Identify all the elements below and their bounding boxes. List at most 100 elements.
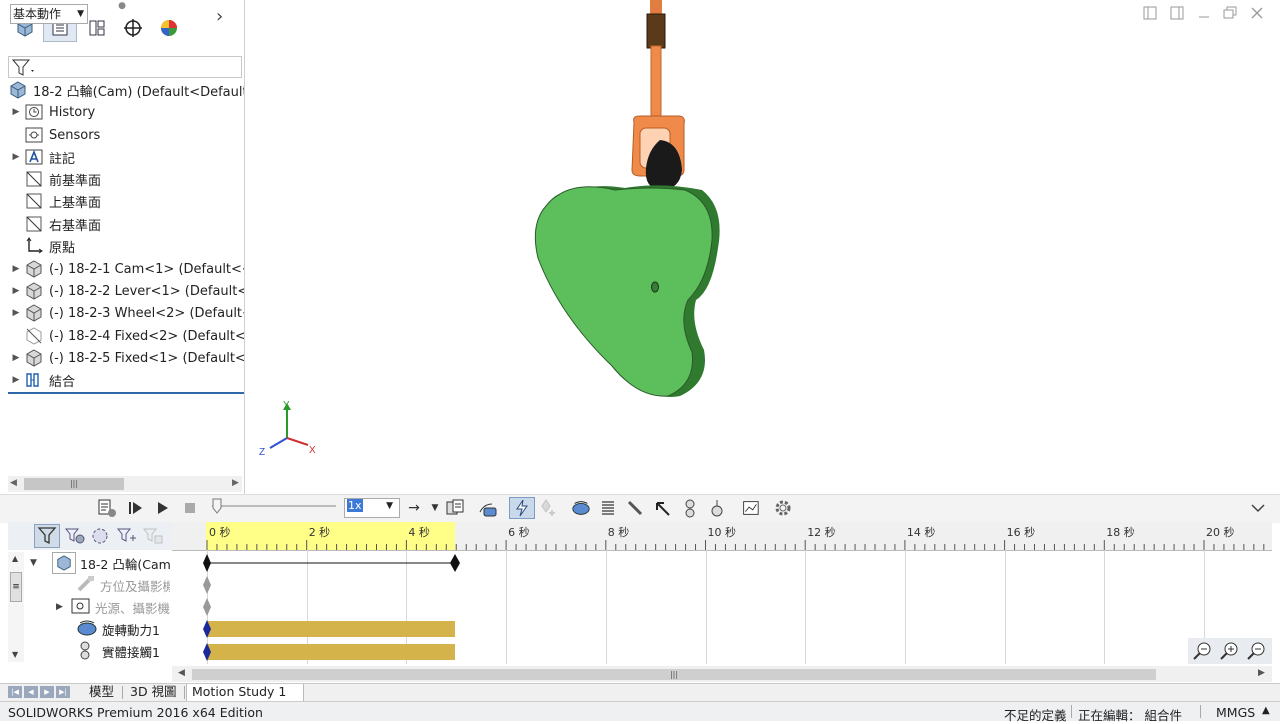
save-animation-icon[interactable] <box>445 498 465 518</box>
tab-last-icon[interactable]: ▶| <box>56 686 70 698</box>
filter-disabled-icon[interactable] <box>142 526 164 550</box>
tree-item-part-fixed-2[interactable]: (-) 18-2-4 Fixed<2> (Default<< <box>8 325 244 347</box>
tile-left-icon[interactable] <box>1143 6 1157 24</box>
tree-horizontal-scrollbar[interactable]: ◀ ||| ▶ <box>8 476 242 492</box>
filter-results-icon[interactable] <box>116 526 138 550</box>
mm-row-lights[interactable]: ▶ 光源、攝影機 <box>56 596 170 618</box>
tree-item-annotations[interactable]: ▶ 註記 <box>8 146 244 168</box>
expand-arrow-icon[interactable]: ▶ <box>56 602 71 612</box>
tree-item-part-wheel[interactable]: ▶ (-) 18-2-3 Wheel<2> (Default<- <box>8 302 244 324</box>
tab-model[interactable]: 模型 <box>84 684 119 701</box>
tree-item-sensors[interactable]: Sensors <box>8 124 244 146</box>
tree-item-top-plane[interactable]: 上基準面 <box>8 190 244 212</box>
zoom-to-fit-icon[interactable] <box>1192 640 1214 666</box>
expand-arrow-icon[interactable]: ▶ <box>8 375 24 385</box>
contact-icon[interactable] <box>680 498 700 518</box>
animation-wizard-icon[interactable] <box>478 498 498 518</box>
gravity-icon[interactable] <box>707 498 727 518</box>
filter-selected-icon[interactable] <box>90 526 112 550</box>
tab-prev-icon[interactable]: ◀ <box>24 686 38 698</box>
damper-icon[interactable] <box>625 498 645 518</box>
tile-right-icon[interactable] <box>1170 6 1184 24</box>
tab-3d-view[interactable]: 3D 視圖 <box>125 684 182 701</box>
tab-appearances[interactable] <box>152 14 186 42</box>
stop-icon[interactable] <box>180 498 200 518</box>
mm-row-solid-contact[interactable]: 實體接觸1 <box>76 640 160 662</box>
mm-row-assembly[interactable]: ▼ 18-2 凸輪(Cam) <box>30 552 176 574</box>
play-from-start-icon[interactable] <box>126 498 146 518</box>
chevron-right-icon[interactable]: › <box>216 6 223 27</box>
filter-animated-icon[interactable] <box>34 524 60 548</box>
tab-next-icon[interactable]: ▶ <box>40 686 54 698</box>
filter-driving-icon[interactable] <box>64 526 86 550</box>
playback-mode-icon[interactable]: → <box>404 498 424 518</box>
tree-item-origin[interactable]: 原點 <box>8 235 244 257</box>
keyframe-contact[interactable] <box>203 643 211 661</box>
keyframe-orientation[interactable] <box>203 576 211 594</box>
expand-arrow-icon[interactable]: ▶ <box>8 107 24 117</box>
scrollbar-thumb[interactable]: ||| <box>192 669 1156 680</box>
scroll-left-icon[interactable]: ◀ <box>178 668 185 678</box>
tree-item-mates[interactable]: ▶ 結合 <box>8 369 244 391</box>
scroll-left-icon[interactable]: ◀ <box>10 478 17 488</box>
spring-icon[interactable] <box>598 498 618 518</box>
keyframe-motor[interactable] <box>203 620 211 638</box>
graphics-area[interactable] <box>246 0 1280 494</box>
chevron-down-icon[interactable]: ▼ <box>425 498 445 518</box>
keyframe-lights[interactable] <box>203 598 211 616</box>
tree-item-part-fixed-1[interactable]: ▶ (-) 18-2-5 Fixed<1> (Default<< <box>8 347 244 369</box>
add-key-icon[interactable] <box>538 498 558 518</box>
tree-item-front-plane[interactable]: 前基準面 <box>8 168 244 190</box>
mm-row-orientation[interactable]: 方位及攝影機 <box>76 574 170 596</box>
study-type-select[interactable]: 基本動作 ▼ <box>10 4 88 24</box>
scroll-right-icon[interactable]: ▶ <box>1258 668 1265 678</box>
zoom-in-icon[interactable] <box>1219 640 1241 666</box>
status-units[interactable]: MMGS <box>1216 705 1255 720</box>
scroll-right-icon[interactable]: ▶ <box>232 478 239 488</box>
timeline-gridline <box>1004 550 1006 664</box>
scroll-down-icon[interactable]: ▼ <box>12 650 18 659</box>
gear-icon[interactable] <box>773 498 793 518</box>
playback-speed-select[interactable]: 1x ▼ <box>344 498 400 518</box>
scrollbar-thumb[interactable]: ≡ <box>10 572 22 602</box>
collapse-motion-manager-icon[interactable] <box>1248 498 1268 518</box>
timeline-bar-motor[interactable] <box>207 621 455 637</box>
results-plots-icon[interactable] <box>740 498 760 518</box>
force-icon[interactable] <box>652 498 672 518</box>
tree-root-assembly[interactable]: 18-2 凸輪(Cam) (Default<Default_D <box>8 79 244 101</box>
tab-first-icon[interactable]: |◀ <box>8 686 22 698</box>
expand-arrow-icon[interactable]: ▶ <box>8 308 24 318</box>
keyframe-start[interactable] <box>203 554 211 572</box>
cam-mechanism-model[interactable] <box>520 0 740 410</box>
tree-item-part-lever[interactable]: ▶ (-) 18-2-2 Lever<1> (Default<< <box>8 280 244 302</box>
motion-tree-scrollbar[interactable]: ▲ ≡ ▼ <box>8 552 24 662</box>
expand-arrow-icon[interactable]: ▶ <box>8 286 24 296</box>
mm-row-rotary-motor[interactable]: 旋轉動力1 <box>76 618 160 640</box>
timeline-slider-thumb[interactable] <box>212 498 222 514</box>
collapse-arrow-icon[interactable]: ▼ <box>30 558 44 568</box>
scrollbar-thumb[interactable]: ||| <box>24 478 124 490</box>
motor-icon[interactable] <box>571 498 591 518</box>
expand-arrow-icon[interactable]: ▶ <box>8 353 24 363</box>
timeline-slider-track[interactable] <box>212 505 336 507</box>
play-icon[interactable] <box>152 498 172 518</box>
expand-arrow-icon[interactable]: ▶ <box>8 264 24 274</box>
restore-icon[interactable] <box>1223 6 1237 24</box>
tree-item-part-cam[interactable]: ▶ (-) 18-2-1 Cam<1> (Default<<D <box>8 258 244 280</box>
tab-motion-study[interactable]: Motion Study 1 <box>186 684 304 702</box>
autokey-icon[interactable] <box>509 497 535 519</box>
calculate-icon[interactable] <box>97 498 117 518</box>
scroll-up-icon[interactable]: ▲ <box>12 554 18 563</box>
units-menu-arrow-icon[interactable]: ▲ <box>1262 705 1270 716</box>
minimize-icon[interactable] <box>1197 6 1211 24</box>
tree-filter-field[interactable] <box>8 56 242 78</box>
tree-item-history[interactable]: ▶ History <box>8 101 244 123</box>
zoom-out-icon[interactable] <box>1246 640 1268 666</box>
tree-item-right-plane[interactable]: 右基準面 <box>8 213 244 235</box>
keyframe-end[interactable] <box>450 554 460 572</box>
tab-configuration-manager[interactable] <box>116 14 150 42</box>
panel-grip-icon[interactable]: ● <box>118 2 126 11</box>
expand-arrow-icon[interactable]: ▶ <box>8 152 24 162</box>
timeline-bar-contact[interactable] <box>207 644 455 660</box>
close-icon[interactable] <box>1250 6 1264 24</box>
